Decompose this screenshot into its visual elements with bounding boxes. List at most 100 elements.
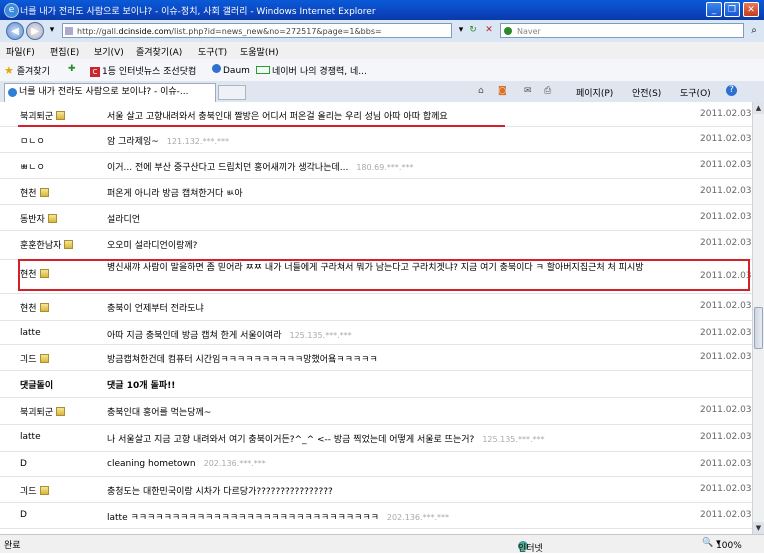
comment-author[interactable]: D xyxy=(20,459,27,469)
comment-text: 충북이 언제부터 전라도냐 xyxy=(107,304,204,314)
comment-text: cleaning hometown 202.136.***.*** xyxy=(107,459,266,469)
comment-date: 2011.02.03 xyxy=(700,186,752,196)
comment-author[interactable]: latte xyxy=(20,328,41,338)
comment-author[interactable]: 현천 xyxy=(20,186,49,199)
comment-author[interactable]: 북괴퇴군 xyxy=(20,405,66,418)
help-icon[interactable]: ? xyxy=(726,85,737,96)
fav-competitiveness[interactable]: 나의 경쟁력, 네... xyxy=(300,64,367,77)
highlight-underline xyxy=(18,125,505,127)
star-icon: ★ xyxy=(4,64,14,77)
comment-author[interactable]: 긔드 xyxy=(20,484,49,497)
stop-icon[interactable]: ✕ xyxy=(482,24,496,37)
gallery-member-icon xyxy=(39,486,49,495)
restore-button[interactable]: ❐ xyxy=(724,2,740,17)
fav-naver[interactable]: 네이버 xyxy=(256,64,297,77)
scroll-down-arrow-icon[interactable]: ▼ xyxy=(753,522,764,534)
menu-favorites[interactable]: 즐겨찾기(A) xyxy=(136,45,182,58)
menu-edit[interactable]: 편집(E) xyxy=(50,45,79,58)
page-menu[interactable]: 페이지(P) xyxy=(576,86,613,99)
menu-tools[interactable]: 도구(T) xyxy=(198,45,227,58)
new-tab-button[interactable] xyxy=(218,85,246,100)
comment-author[interactable]: ㅁㄴㅇ xyxy=(20,134,45,147)
comment-author[interactable]: latte xyxy=(20,432,41,442)
history-dropdown-icon[interactable]: ▾ xyxy=(45,24,59,37)
comment-date: 2011.02.03 xyxy=(700,405,752,415)
comment-row: Dlatte ㅋㅋㅋㅋㅋㅋㅋㅋㅋㅋㅋㅋㅋㅋㅋㅋㅋㅋㅋㅋㅋㅋㅋㅋㅋㅋㅋㅋㅋㅋ 202… xyxy=(0,503,752,529)
back-button[interactable]: ◀ xyxy=(6,22,24,40)
comment-date: 2011.02.03 xyxy=(700,238,752,248)
comment-author[interactable]: D xyxy=(20,510,27,520)
comment-date: 2011.02.03 xyxy=(700,301,752,311)
tab-current[interactable]: 너를 내가 전라도 사람으로 보이냐? - 이슈-... xyxy=(4,83,216,102)
address-input[interactable]: http://gall.dcinside.com/list.php?id=new… xyxy=(62,23,452,38)
comment-author[interactable]: ㅃㄴㅇ xyxy=(20,160,45,173)
comment-text: 서울 살고 고향내려와서 충북인대 짤방은 어디서 퍼온걸 올리는 우리 성님 … xyxy=(107,112,448,122)
comment-list: 북괴퇴군 서울 살고 고향내려와서 충북인대 짤방은 어디서 퍼온걸 올리는 우리… xyxy=(0,102,752,534)
comment-date: 2011.02.03 xyxy=(700,212,752,222)
comment-row: 동반자 설라디언 2011.02.03 xyxy=(0,205,752,231)
comment-author[interactable]: 훈훈한남자 xyxy=(20,238,74,251)
comment-date: 2011.02.03 xyxy=(700,134,752,144)
comment-ip: 125.135.***.*** xyxy=(482,435,545,444)
comment-text: 설라디언 xyxy=(107,215,141,225)
minimize-button[interactable]: _ xyxy=(706,2,722,17)
refresh-icon[interactable]: ↻ xyxy=(466,24,480,37)
gallery-member-icon xyxy=(56,111,66,120)
comment-text: 암 그라제잉~ 121.132.***.*** xyxy=(107,137,229,147)
zoom-control[interactable]: 🔍 100% ▾ xyxy=(702,538,742,551)
mail-icon[interactable]: ✉ xyxy=(524,86,532,96)
ie-tab-icon xyxy=(8,88,17,97)
comment-row: latte 나 서울살고 지금 고향 내려와서 여기 충북이거든?^_^ <-- … xyxy=(0,425,752,452)
comment-row: 북괴퇴군 서울 살고 고향내려와서 충북인대 짤방은 어디서 퍼온걸 올리는 우리… xyxy=(0,102,752,127)
comment-date: 2011.02.03 xyxy=(700,109,752,119)
comment-date: 2011.02.03 xyxy=(700,510,752,520)
vertical-scrollbar[interactable]: ▲ ▼ xyxy=(752,102,764,534)
comment-author[interactable]: 긔드 xyxy=(20,352,49,365)
comment-author[interactable]: 북괴퇴군 xyxy=(20,109,66,122)
gallery-member-icon xyxy=(39,303,49,312)
comment-date: 2011.02.03 xyxy=(700,432,752,442)
gallery-member-icon xyxy=(64,240,74,249)
comment-row: 북괴퇴군 충북인대 홍어를 먹는당께~ 2011.02.03 xyxy=(0,398,752,425)
fav-daum[interactable]: Daum xyxy=(212,64,250,76)
fav-chosun[interactable]: C 1등 인터넷뉴스 조선닷컴 xyxy=(90,64,196,77)
add-favorites-icon[interactable]: ✚ xyxy=(68,64,76,74)
window-title: 너를 내가 전라도 사람으로 보이냐? - 이슈-정치, 사회 갤러리 - Wi… xyxy=(20,7,376,17)
comment-text: 오오미 설라디언이랑께? xyxy=(107,241,198,251)
menu-view[interactable]: 보기(V) xyxy=(94,45,124,58)
comment-author[interactable]: 현천 xyxy=(20,301,49,314)
close-button[interactable]: ✕ xyxy=(743,2,759,17)
comment-text: 충청도는 대한민국이랑 시차가 다르당가???????????????? xyxy=(107,487,333,497)
search-input[interactable]: Naver xyxy=(500,23,744,38)
comment-ip: 202.136.***.*** xyxy=(386,513,450,522)
print-icon[interactable]: ⎙ xyxy=(544,86,551,96)
forward-button[interactable]: ▶ xyxy=(26,22,44,40)
menu-file[interactable]: 파일(F) xyxy=(6,45,35,58)
comment-text: latte ㅋㅋㅋㅋㅋㅋㅋㅋㅋㅋㅋㅋㅋㅋㅋㅋㅋㅋㅋㅋㅋㅋㅋㅋㅋㅋㅋㅋㅋㅋ 202.… xyxy=(107,513,450,523)
highlight-box xyxy=(18,259,750,291)
scroll-up-arrow-icon[interactable]: ▲ xyxy=(753,102,764,114)
comment-date: 2011.02.03 xyxy=(700,459,752,469)
menu-help[interactable]: 도움말(H) xyxy=(240,45,279,58)
comment-author[interactable]: 동반자 xyxy=(20,212,57,225)
comment-row: 긔드 충청도는 대한민국이랑 시차가 다르당가???????????????? 20… xyxy=(0,477,752,503)
search-icon[interactable]: ⌕ xyxy=(746,23,762,38)
comment-date: 2011.02.03 xyxy=(700,160,752,170)
comment-ip: 121.132.***.*** xyxy=(166,137,229,146)
tab-bar: 너를 내가 전라도 사람으로 보이냐? - 이슈-... ⌂ ◙ ✉ ⎙ 페이지… xyxy=(0,81,764,103)
status-bar: 완료 인터넷 🔍 100% ▾ xyxy=(0,534,764,554)
comment-row: Dcleaning hometown 202.136.***.*** 2011.02… xyxy=(0,452,752,477)
comment-text: 나 서울살고 지금 고향 내려와서 여기 충북이거든?^_^ <-- 방금 찍었… xyxy=(107,435,545,445)
gallery-member-icon xyxy=(39,354,49,363)
comment-row: 현천 충북이 언제부터 전라도냐 2011.02.03 xyxy=(0,294,752,321)
favorites-button[interactable]: ★ 즐겨찾기 xyxy=(4,64,50,77)
feeds-icon[interactable]: ◙ xyxy=(498,86,507,96)
scroll-thumb[interactable] xyxy=(754,307,763,349)
comment-row: ㅁㄴㅇ 암 그라제잉~ 121.132.***.*** 2011.02.03 xyxy=(0,127,752,153)
safety-menu[interactable]: 안전(S) xyxy=(632,86,661,99)
home-icon[interactable]: ⌂ xyxy=(478,86,484,96)
gallery-member-icon xyxy=(47,214,57,223)
comment-author[interactable]: 댓글돌이 xyxy=(20,378,53,391)
tools-menu[interactable]: 도구(O) xyxy=(680,86,711,99)
naver-fav-icon xyxy=(256,66,270,74)
